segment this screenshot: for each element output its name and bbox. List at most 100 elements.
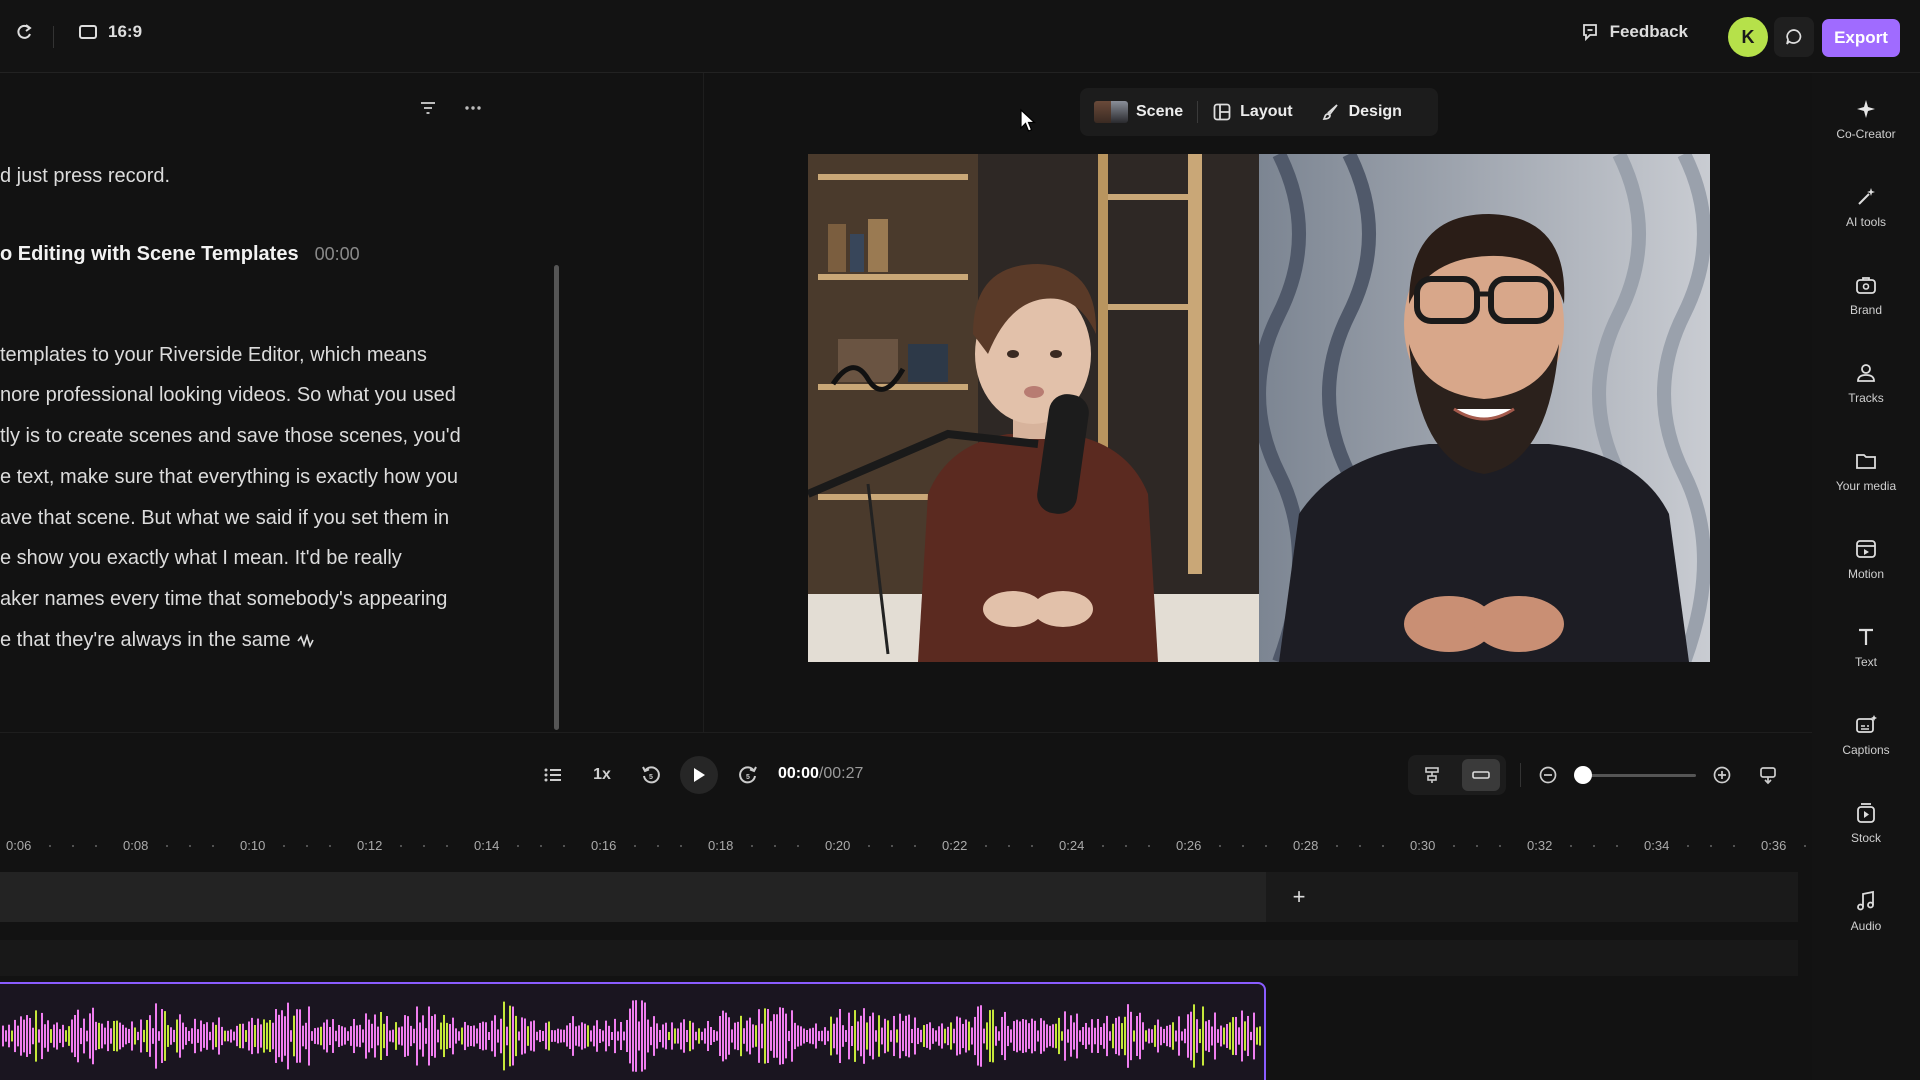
ruler-tick-dot [446,845,448,847]
waveform-bar [584,1023,586,1049]
redo-button[interactable] [14,22,34,42]
waveform-bar [947,1026,949,1046]
video-track[interactable] [0,940,1798,976]
ruler-tick-dot [1710,845,1712,847]
waveform-bar [824,1027,826,1045]
chapter-title[interactable]: o Editing with Scene Templates [0,243,299,266]
waveform-bar [1157,1019,1159,1053]
waveform-bar [1073,1022,1075,1050]
waveform-bar [371,1023,373,1049]
rewind-5-button[interactable]: 5 [633,757,669,793]
feedback-button[interactable]: Feedback [1580,22,1688,42]
audio-waveform [2,1000,1261,1072]
waveform-bar [233,1031,235,1041]
waveform-bar [1049,1025,1051,1047]
sidebar-item-captions[interactable]: Captions [1812,713,1920,757]
sidebar-label: Your media [1835,479,1897,493]
sidebar-item-your-media[interactable]: Your media [1812,449,1920,493]
transcript-line-last[interactable]: e that they're always in the same [0,629,315,652]
ruler-tick-dot [1593,845,1595,847]
waveform-bar [773,1014,775,1058]
video-preview[interactable] [808,154,1710,662]
sidebar-item-ai-tools[interactable]: AI tools [1812,185,1920,229]
sidebar-item-text[interactable]: Text [1812,625,1920,669]
waveform-bar [467,1025,469,1047]
comments-button[interactable] [1774,17,1814,57]
sidebar-item-tracks[interactable]: Tracks [1812,361,1920,405]
waveform-bar [752,1024,754,1048]
waveform-bar [677,1028,679,1044]
design-button[interactable]: Design [1307,88,1416,136]
transcript-scrollbar[interactable] [554,265,559,730]
waveform-bar [1100,1027,1102,1045]
transcript-line[interactable]: tly is to create scenes and save those s… [0,425,461,448]
waveform-bar [533,1020,535,1052]
timeline[interactable]: 0:06 0:08 0:10 0:12 0:14 0:16 0:18 0:20 0:22 0:24… [0,818,1852,1080]
waveform-bar [1253,1012,1255,1060]
waveform-bar [938,1026,940,1046]
waveform-bar [368,1019,370,1053]
sidebar-item-co-creator[interactable]: Co-Creator [1812,97,1920,141]
waveform-bar [311,1031,313,1041]
forward-5-button[interactable]: 5 [730,757,766,793]
aspect-ratio-button[interactable]: 16:9 [78,22,142,42]
export-button[interactable]: Export [1822,19,1900,57]
overlay-track[interactable] [0,872,1266,922]
transcript-line[interactable]: templates to your Riverside Editor, whic… [0,344,427,367]
scene-button[interactable]: Scene [1080,88,1197,136]
transcript-line[interactable]: aker names every time that somebody's ap… [0,588,447,611]
zoom-out-button[interactable] [1530,757,1566,793]
time-ruler[interactable]: 0:06 0:08 0:10 0:12 0:14 0:16 0:18 0:20 0:22 0:24… [0,818,1852,868]
sidebar-item-audio[interactable]: Audio [1812,889,1920,933]
filter-button[interactable] [418,99,438,117]
transcript-line[interactable]: e show you exactly what I mean. It'd be … [0,547,402,570]
ruler-tick-label: 0:36 [1761,838,1787,853]
play-icon [694,768,705,782]
sidebar-label: AI tools [1845,215,1887,229]
layout-button[interactable]: Layout [1198,88,1306,136]
waveform-bar [92,1007,94,1065]
waveform-bar [395,1022,397,1050]
waveform-bar [290,1030,292,1042]
waveform-bar [245,1030,247,1042]
waveform-bar [602,1030,604,1042]
sidebar-item-brand[interactable]: Brand [1812,273,1920,317]
avatar[interactable]: K [1728,17,1768,57]
waveform-bar [113,1020,115,1052]
waveform-bar [158,1031,160,1041]
playback-speed-button[interactable]: 1x [584,757,620,793]
waveform-bar [1169,1024,1171,1048]
waveform-bar [146,1019,148,1053]
waveform-bar [1106,1015,1108,1057]
zoom-slider-handle[interactable] [1574,766,1592,784]
compact-view-button[interactable] [1462,759,1500,791]
transcript-line[interactable]: e text, make sure that everything is exa… [0,466,458,489]
waveform-bar [695,1031,697,1041]
ruler-tick-dot [49,845,51,847]
waveform-bar [185,1027,187,1045]
waveform-bar [338,1024,340,1048]
waveform-bar [203,1024,205,1048]
add-track-button[interactable]: + [1282,880,1316,914]
fit-timeline-button[interactable] [1750,757,1786,793]
align-view-button[interactable] [1414,757,1450,793]
waveform-bar [62,1024,64,1048]
play-button[interactable] [680,756,718,794]
waveform-bar [851,1025,853,1047]
transcript-line[interactable]: d just press record. [0,165,170,188]
sidebar-item-motion[interactable]: Motion [1812,537,1920,581]
waveform-bar [1016,1019,1018,1053]
chapters-button[interactable] [535,757,571,793]
transcript-line[interactable]: nore professional looking videos. So wha… [0,384,456,407]
audio-clip[interactable] [0,982,1266,1080]
zoom-slider-track[interactable] [1582,774,1696,777]
zoom-in-button[interactable] [1704,757,1740,793]
waveform-bar [110,1028,112,1044]
transcript-line[interactable]: ave that scene. But what we said if you … [0,507,449,530]
more-options-button[interactable] [462,99,484,117]
sidebar-item-stock[interactable]: Stock [1812,801,1920,845]
waveform-bar [56,1022,58,1050]
magic-wand-icon [1858,188,1875,205]
ruler-tick-dot [423,845,425,847]
waveform-bar [1190,1011,1192,1061]
